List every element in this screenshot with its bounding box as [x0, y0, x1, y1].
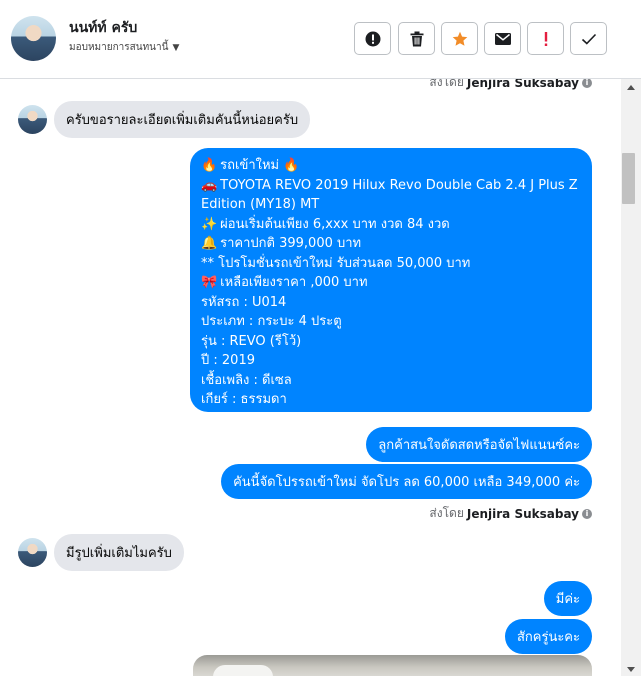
- listing-line: รุ่น : REVO (รีโว้): [201, 332, 581, 352]
- listing-line: ประเภท : กระบะ 4 ประตู: [201, 312, 581, 332]
- mark-unread-button[interactable]: [484, 22, 521, 55]
- listing-line: 🚗 TOYOTA REVO 2019 Hilux Revo Double Cab…: [201, 176, 581, 215]
- listing-text: เชื้อเพลิง : ดีเซล: [201, 372, 292, 388]
- assign-conversation-dropdown[interactable]: มอบหมายการสนทนานี้ ▼: [69, 40, 179, 55]
- emoji-icon: 🔔: [201, 236, 218, 251]
- listing-text: ** โปรโมชั่นรถเข้าใหม่ รับส่วนลด 50,000 …: [201, 255, 471, 271]
- envelope-icon: [494, 32, 511, 45]
- listing-line: ✨ ผ่อนเริ่มต้นเพียง 6,xxx บาท งวด 84 งวด: [201, 215, 581, 235]
- exclamation-icon: [544, 31, 547, 46]
- emoji-icon: 🎀: [201, 275, 218, 290]
- outgoing-message: คันนี้จัดโปรรถเข้าใหม่ จัดโปร ลด 60,000 …: [221, 464, 592, 499]
- message-list[interactable]: ส่งโดย Jenjira Suksabay i ครับขอรายละเอี…: [0, 79, 621, 676]
- alert-circle-icon: [365, 31, 380, 46]
- scroll-down-arrow-icon[interactable]: [627, 667, 635, 672]
- incoming-message: ครับขอรายละเอียดเพิ่มเติมคันนี้หน่อยครับ: [54, 101, 311, 138]
- listing-text: ผ่อนเริ่มต้นเพียง 6,xxx บาท งวด 84 งวด: [220, 216, 450, 232]
- scroll-up-arrow-icon[interactable]: [627, 85, 635, 90]
- assign-label: มอบหมายการสนทนานี้: [69, 42, 169, 53]
- sender-name: Jenjira Suksabay: [466, 506, 579, 521]
- mark-done-button[interactable]: [570, 22, 607, 55]
- listing-text: รถเข้าใหม่: [220, 158, 280, 173]
- emoji-icon: 🔥: [201, 158, 218, 173]
- listing-text: รุ่น : REVO (รีโว้): [201, 333, 302, 349]
- outgoing-message: สักครู่นะคะ: [504, 619, 592, 654]
- star-button[interactable]: [441, 22, 478, 55]
- listing-line: เกียร์ : ธรรมดา: [201, 390, 581, 410]
- listing-text: เหลือเพียงราคา ,000 บาท: [220, 275, 368, 290]
- listing-line: รหัสรถ : U014: [201, 293, 581, 313]
- listing-line: 🎀 เหลือเพียงราคา ,000 บาท: [201, 273, 581, 293]
- sent-by-prefix: ส่งโดย: [429, 506, 464, 520]
- listing-line: 🔔 ราคาปกติ 399,000 บาท: [201, 234, 581, 254]
- scrollbar[interactable]: [621, 79, 641, 676]
- info-icon[interactable]: i: [582, 79, 592, 88]
- sent-by-prefix: ส่งโดย: [429, 79, 464, 89]
- outgoing-message: มีค่ะ: [543, 581, 592, 616]
- listing-line: 🔥 รถเข้าใหม่ 🔥: [201, 156, 581, 176]
- trash-icon: [410, 31, 423, 46]
- sent-by-label: ส่งโดย Jenjira Suksabay i: [429, 79, 592, 92]
- listing-text: ประเภท : กระบะ 4 ประตู: [201, 314, 342, 329]
- emoji-icon: 🚗: [201, 177, 218, 193]
- listing-text: รหัสรถ : U014: [201, 294, 287, 310]
- avatar[interactable]: [18, 538, 47, 567]
- sender-name: Jenjira Suksabay: [466, 79, 579, 90]
- emoji-icon: ✨: [201, 216, 218, 232]
- car-image: [213, 665, 273, 676]
- listing-text: ปี : 2019: [201, 353, 255, 368]
- info-icon[interactable]: i: [582, 508, 592, 519]
- listing-text: ราคาปกติ 399,000 บาท: [220, 236, 362, 251]
- listing-text: เกียร์ : ธรรมดา: [201, 392, 287, 407]
- listing-line: ** โปรโมชั่นรถเข้าใหม่ รับส่วนลด 50,000 …: [201, 254, 581, 274]
- avatar[interactable]: [18, 105, 47, 134]
- caret-down-icon: ▼: [172, 42, 180, 53]
- car-photo[interactable]: [193, 655, 592, 676]
- listing-line: ปี : 2019: [201, 351, 581, 371]
- outgoing-message: ลูกค้าสนใจดัดสดหรือจัดไฟแนนซ์คะ: [366, 427, 592, 462]
- scrollbar-thumb[interactable]: [622, 153, 635, 204]
- spam-button[interactable]: [527, 22, 564, 55]
- delete-button[interactable]: [398, 22, 435, 55]
- avatar[interactable]: [11, 16, 56, 61]
- listing-text: TOYOTA REVO 2019 Hilux Revo Double Cab 2…: [201, 177, 578, 213]
- listing-line: เชื้อเพลิง : ดีเซล: [201, 371, 581, 391]
- alert-button[interactable]: [354, 22, 391, 55]
- sent-by-label: ส่งโดย Jenjira Suksabay i: [429, 504, 592, 523]
- conversation-header: นนท์ท์ ครับ มอบหมายการสนทนานี้ ▼: [0, 0, 641, 79]
- check-icon: [581, 33, 596, 45]
- emoji-icon: 🔥: [283, 158, 300, 173]
- incoming-message: มีรูปเพิ่มเติมไมครับ: [54, 534, 184, 571]
- contact-name[interactable]: นนท์ท์ ครับ: [69, 17, 137, 39]
- car-listing-message: 🔥 รถเข้าใหม่ 🔥 🚗 TOYOTA REVO 2019 Hilux R…: [190, 148, 592, 412]
- star-icon: [452, 31, 467, 46]
